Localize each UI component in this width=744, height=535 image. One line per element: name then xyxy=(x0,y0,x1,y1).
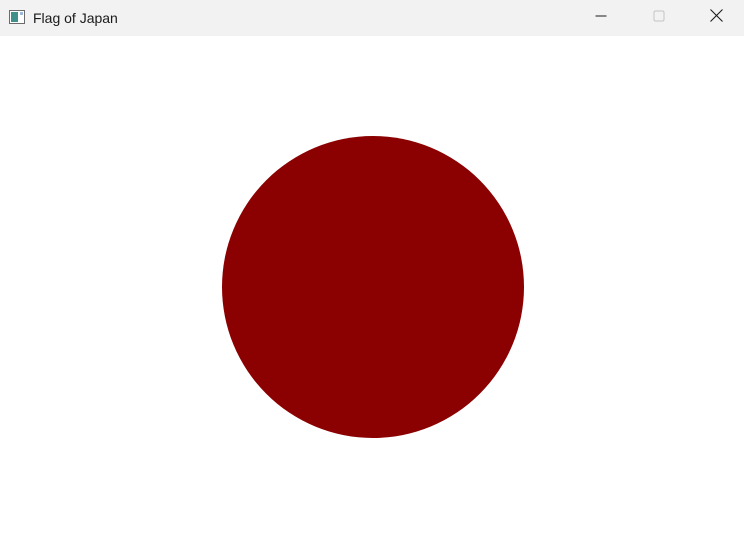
minimize-button[interactable] xyxy=(572,0,630,36)
red-disc xyxy=(222,136,524,438)
title-bar[interactable]: Flag of Japan xyxy=(0,0,744,36)
flag-drawing xyxy=(0,36,744,535)
window-app-icon xyxy=(9,10,25,24)
minimize-icon xyxy=(595,9,607,27)
close-button[interactable] xyxy=(688,0,744,36)
maximize-icon xyxy=(653,9,665,27)
flag-canvas xyxy=(0,36,744,535)
maximize-button[interactable] xyxy=(630,0,688,36)
window-title: Flag of Japan xyxy=(33,10,118,26)
close-icon xyxy=(709,9,723,27)
app-window: Flag of Japan xyxy=(0,0,744,535)
